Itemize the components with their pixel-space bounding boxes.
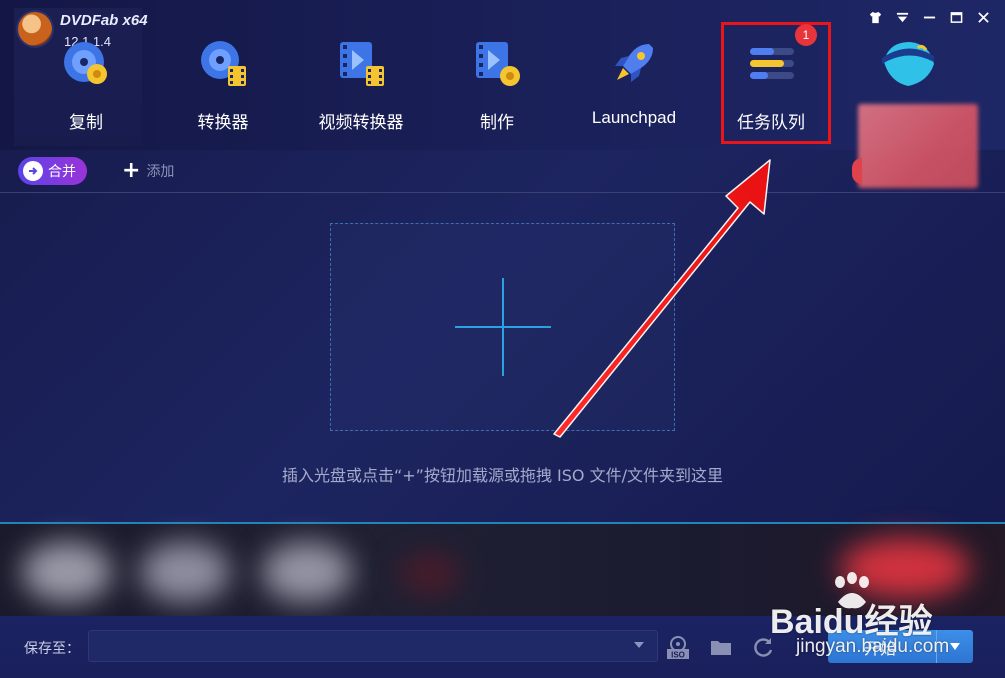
task-queue-badge: 1 — [795, 24, 817, 46]
add-source-plus-icon-vertical[interactable] — [502, 278, 504, 376]
save-path-select[interactable] — [88, 630, 658, 662]
nav-copy[interactable]: 复制 — [26, 30, 146, 140]
toolbar-right-badge — [852, 158, 862, 184]
folder-icon[interactable] — [708, 634, 734, 660]
disc-converter-icon — [201, 41, 246, 86]
maximize-icon[interactable] — [949, 10, 964, 25]
merge-button-label: 合并 — [48, 164, 76, 180]
merge-button[interactable]: 合并 — [18, 157, 87, 185]
video-converter-icon — [340, 42, 384, 86]
promo-thumbnail — [400, 554, 460, 594]
disc-copy-icon — [64, 42, 107, 84]
promo-thumbnail — [22, 542, 112, 602]
promo-thumbnail — [140, 542, 230, 602]
add-button[interactable]: + 添加 — [122, 160, 174, 182]
window-controls — [868, 10, 991, 25]
promo-thumbnail — [262, 542, 352, 602]
save-to-label: 保存至： — [24, 641, 80, 657]
nav-video-converter[interactable]: 视频转换器 — [301, 30, 421, 140]
chevron-down-icon[interactable] — [634, 642, 644, 648]
minimize-icon[interactable] — [922, 10, 937, 25]
nav-label: 视频转换器 — [318, 113, 404, 133]
toolbar-divider — [0, 192, 1005, 193]
plus-icon: + — [122, 158, 141, 183]
nav-converter[interactable]: 转换器 — [163, 30, 283, 140]
rocket-icon — [615, 44, 653, 82]
top-bar: DVDFab x64 12.1.1.4 复制 转换器 视频转换器 制作 Laun… — [0, 0, 1005, 150]
close-icon[interactable] — [976, 10, 991, 25]
tshirt-icon[interactable] — [868, 10, 883, 25]
nav-launchpad[interactable]: Launchpad — [574, 30, 694, 140]
nav-label: 制作 — [480, 113, 514, 133]
iso-icon[interactable]: ISO — [665, 634, 691, 660]
nav-label: Launchpad — [591, 108, 677, 127]
drop-zone-hint: 插入光盘或点击“+”按钮加载源或拖拽 ISO 文件/文件夹到这里 — [281, 466, 724, 485]
baidu-watermark: Baidu经验 jingyan.baidu.com — [770, 572, 995, 662]
nav-label: 转换器 — [197, 113, 249, 133]
add-button-label: 添加 — [146, 164, 175, 180]
merge-arrow-icon — [23, 161, 43, 181]
user-profile-icon[interactable] — [878, 36, 938, 92]
nav-label: 复制 — [69, 113, 103, 133]
watermark-url: jingyan.baidu.com — [796, 636, 950, 657]
video-creator-icon — [476, 42, 520, 86]
nav-creator[interactable]: 制作 — [437, 30, 557, 140]
svg-text:ISO: ISO — [671, 651, 685, 660]
dropdown-menu-icon[interactable] — [895, 10, 910, 25]
app-name: DVDFab x64 — [60, 12, 148, 29]
